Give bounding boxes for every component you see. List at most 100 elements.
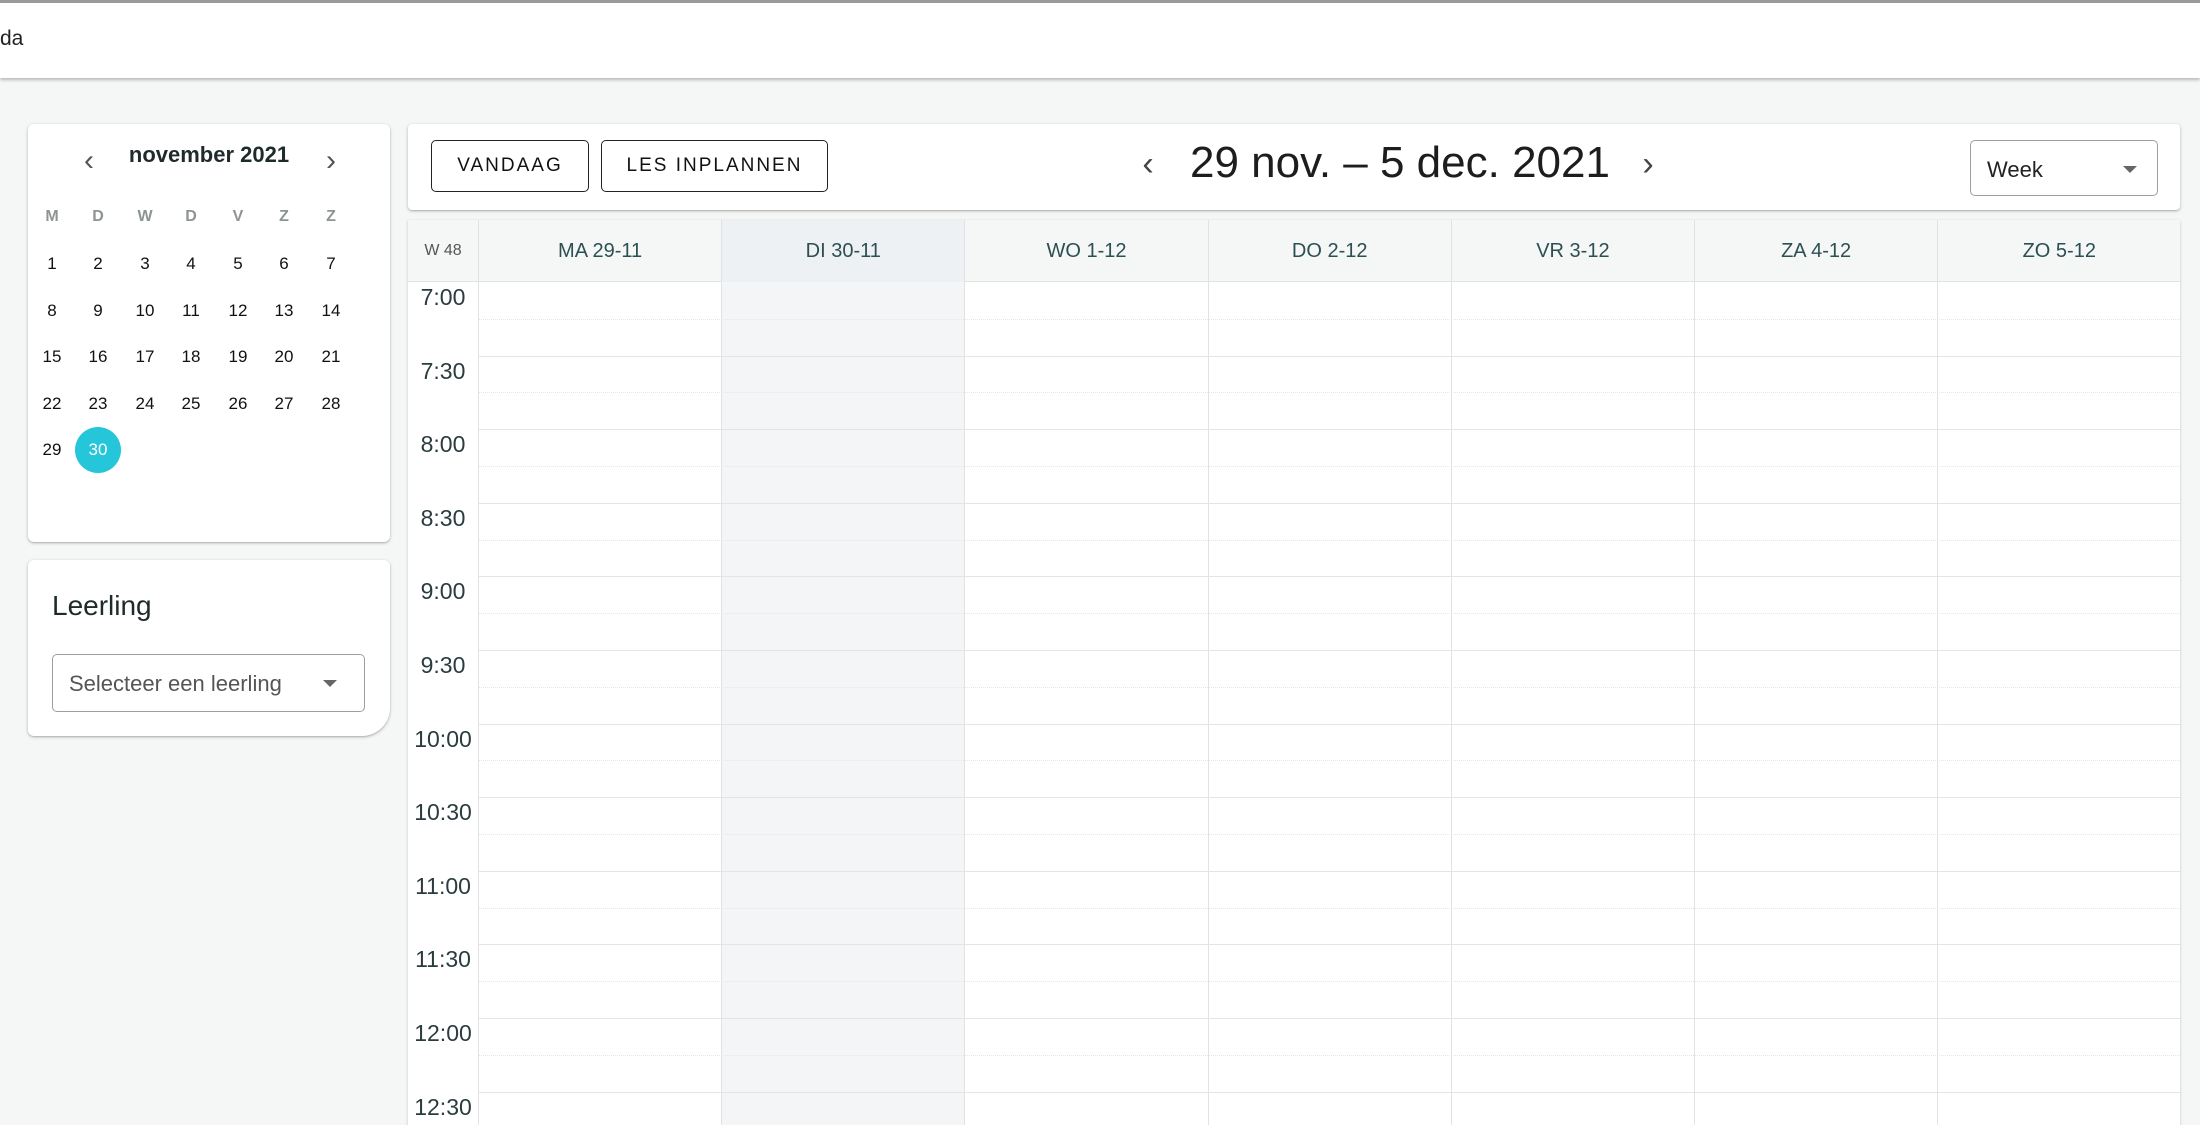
day-header[interactable]: ZO 5-12 <box>1937 220 2180 282</box>
half-slot-divider <box>478 466 2180 467</box>
schedule-lesson-button[interactable]: LES INPLANNEN <box>601 140 828 192</box>
mini-calendar-day[interactable]: 8 <box>29 288 75 334</box>
day-header[interactable]: DO 2-12 <box>1207 220 1451 282</box>
half-slot-divider <box>478 392 2180 394</box>
mini-calendar-day[interactable]: 18 <box>168 334 214 380</box>
mini-calendar-weekday: V <box>232 208 244 225</box>
mini-calendar-day[interactable]: 19 <box>215 334 261 380</box>
time-label: 8:30 <box>420 504 466 531</box>
day-header[interactable]: WO 1-12 <box>964 220 1207 282</box>
mini-calendar-weekday: M <box>45 208 59 225</box>
time-label: 7:00 <box>420 284 466 310</box>
week-header: W 48 MA 29-11 DI 30-11 WO 1-12 DO 2-12 VR 3-… <box>408 220 2180 282</box>
chevron-left-icon[interactable]: ‹ <box>1130 144 1166 188</box>
student-panel-title: Leerling <box>52 590 152 621</box>
mini-calendar-day[interactable]: 25 <box>168 381 214 427</box>
slot-divider <box>478 429 2180 431</box>
time-column-divider <box>478 282 479 1125</box>
mini-calendar-day[interactable]: 13 <box>261 288 307 334</box>
calendar-toolbar: VANDAAG LES INPLANNEN ‹ 29 nov. – 5 dec.… <box>408 124 2180 210</box>
slot-divider <box>478 870 2180 872</box>
half-slot-divider <box>478 539 2180 541</box>
view-select-value: Week <box>1987 157 2043 182</box>
half-slot-divider <box>478 318 2180 320</box>
top-app-bar: da <box>0 0 2200 78</box>
mini-calendar-day[interactable]: 14 <box>308 288 354 334</box>
mini-calendar-day[interactable]: 24 <box>122 381 168 427</box>
mini-calendar-day[interactable]: 16 <box>75 334 121 380</box>
week-number: W 48 <box>424 242 462 259</box>
slot-divider <box>478 1091 2180 1093</box>
chevron-right-icon[interactable]: › <box>314 146 348 180</box>
time-label: 12:00 <box>414 1020 472 1046</box>
mini-calendar-day[interactable]: 17 <box>122 334 168 380</box>
mini-calendar-day-selected[interactable]: 30 <box>75 427 121 473</box>
half-slot-divider <box>478 834 2180 835</box>
time-label: 9:30 <box>420 652 466 678</box>
mini-calendar-weekday: D <box>92 208 104 225</box>
mini-calendar-day[interactable]: 28 <box>308 381 354 427</box>
mini-calendar-day[interactable]: 29 <box>29 427 75 473</box>
mini-calendar-day[interactable]: 22 <box>29 381 75 427</box>
time-label: 12:30 <box>414 1093 472 1120</box>
today-button[interactable]: VANDAAG <box>431 140 589 192</box>
mini-calendar-weekday: Z <box>279 208 289 225</box>
half-slot-divider <box>478 981 2180 983</box>
mini-calendar-day[interactable]: 9 <box>75 288 121 334</box>
day-column[interactable] <box>964 282 1207 1125</box>
day-column[interactable] <box>721 282 965 1125</box>
mini-calendar-day[interactable]: 12 <box>215 288 261 334</box>
mini-calendar-day[interactable]: 10 <box>122 288 168 334</box>
slot-divider <box>478 723 2180 725</box>
day-column[interactable] <box>1694 282 1937 1125</box>
half-slot-divider <box>478 760 2180 762</box>
mini-calendar-day[interactable]: 1 <box>29 241 75 287</box>
mini-calendar-day[interactable]: 23 <box>75 381 121 427</box>
time-label: 7:30 <box>420 357 466 384</box>
student-select-placeholder: Selecteer een leerling <box>69 671 282 696</box>
caret-down-icon <box>323 680 337 687</box>
day-column[interactable] <box>1450 282 1694 1125</box>
slot-divider <box>478 355 2180 357</box>
day-header[interactable]: DI 30-11 <box>721 220 965 282</box>
day-header[interactable]: ZA 4-12 <box>1694 220 1937 282</box>
mini-calendar-day[interactable]: 7 <box>308 241 354 287</box>
chevron-right-icon[interactable]: › <box>1630 144 1666 188</box>
day-header[interactable]: MA 29-11 <box>478 220 721 282</box>
day-column[interactable] <box>1207 282 1451 1125</box>
mini-calendar-day[interactable]: 26 <box>215 381 261 427</box>
mini-calendar-day[interactable]: 21 <box>308 334 354 380</box>
mini-calendar-weekday: Z <box>326 208 336 225</box>
half-slot-divider <box>478 1054 2180 1056</box>
slot-divider <box>478 650 2180 651</box>
half-slot-divider <box>478 907 2180 909</box>
app-title: da <box>0 27 24 50</box>
half-slot-divider <box>478 613 2180 615</box>
week-grid: W 48 MA 29-11 DI 30-11 WO 1-12 DO 2-12 VR 3-… <box>408 220 2180 1125</box>
time-label: 10:30 <box>414 799 472 826</box>
day-header[interactable]: VR 3-12 <box>1450 220 1694 282</box>
mini-calendar-day[interactable]: 11 <box>168 288 214 334</box>
day-column[interactable] <box>478 282 721 1125</box>
mini-calendar-day[interactable]: 2 <box>75 241 121 287</box>
slot-divider <box>478 797 2180 799</box>
time-label: 10:00 <box>414 725 472 752</box>
time-label: 8:00 <box>420 431 466 458</box>
slot-divider <box>478 576 2180 578</box>
mini-calendar-day[interactable]: 3 <box>122 241 168 287</box>
mini-calendar-day[interactable]: 6 <box>261 241 307 287</box>
mini-calendar-header: ‹ november 2021 › <box>28 124 390 192</box>
slot-divider <box>478 502 2180 504</box>
mini-calendar-day[interactable]: 4 <box>168 241 214 287</box>
view-select[interactable]: Week <box>1970 140 2158 196</box>
date-range-title: 29 nov. – 5 dec. 2021 <box>1190 138 1610 187</box>
day-column[interactable] <box>1937 282 2180 1125</box>
mini-calendar-weekday: D <box>185 208 197 225</box>
mini-calendar-day[interactable]: 5 <box>215 241 261 287</box>
mini-calendar-day[interactable]: 20 <box>261 334 307 380</box>
mini-calendar-day[interactable]: 27 <box>261 381 307 427</box>
caret-down-icon <box>2123 166 2137 173</box>
mini-calendar-day[interactable]: 15 <box>29 334 75 380</box>
student-select[interactable]: Selecteer een leerling <box>52 654 365 712</box>
student-panel: Leerling Selecteer een leerling <box>28 560 390 736</box>
